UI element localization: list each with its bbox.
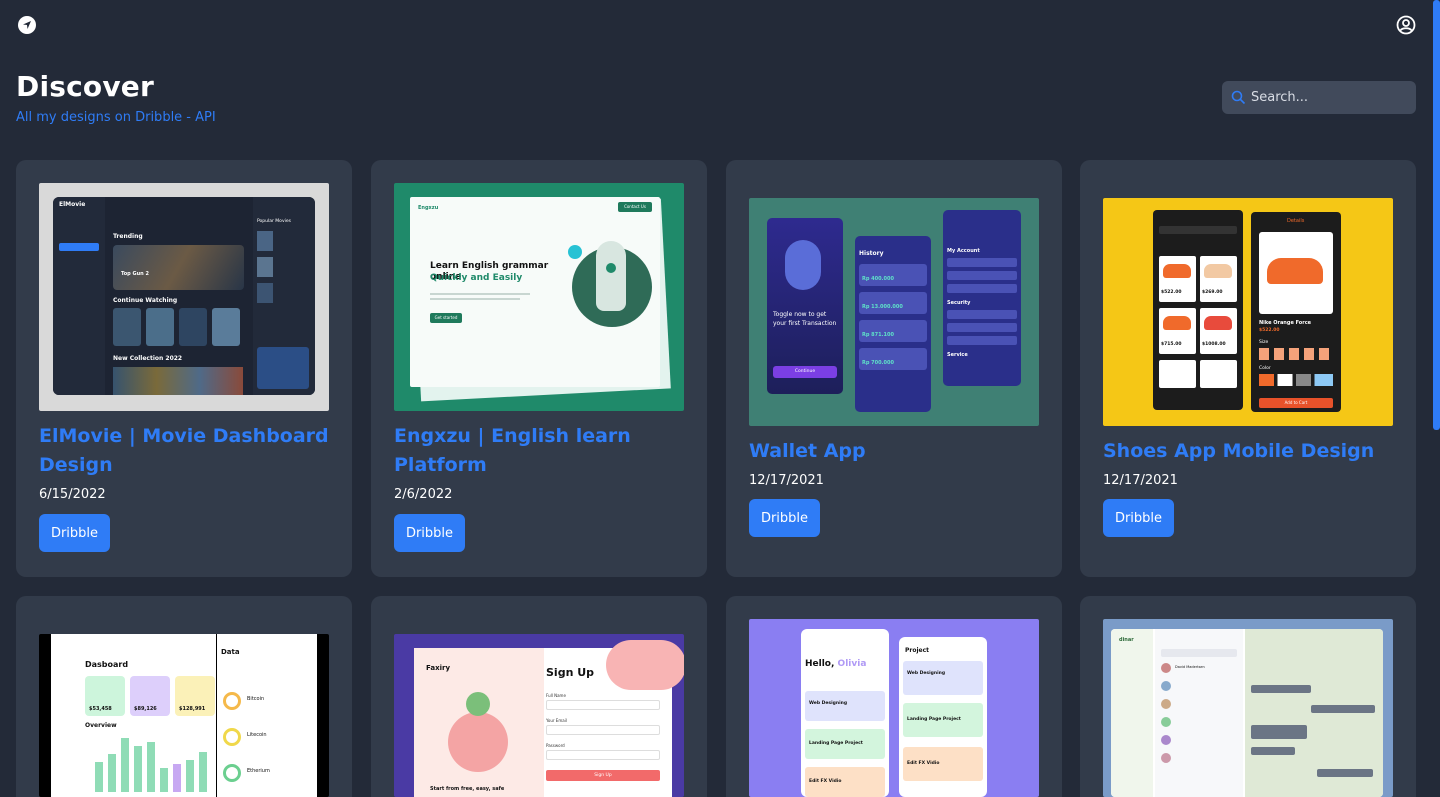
design-preview-image[interactable]: ElMovie Trending Top Gun 2 Continue Watc… xyxy=(39,183,329,411)
preview-side-title: Popular Movies xyxy=(257,219,291,224)
design-card: Hello, Olivia Web Designing Landing Page… xyxy=(726,596,1062,797)
preview-amount: Rp 871.100 xyxy=(862,332,894,338)
preview-amount: Rp 700.000 xyxy=(862,360,894,366)
design-preview-image[interactable]: $522.00 $269.00 $715.00 $1008.00 Details… xyxy=(1103,198,1393,426)
design-card: ElMovie Trending Top Gun 2 Continue Watc… xyxy=(16,160,352,577)
preview-brand: Faxiry xyxy=(426,664,451,672)
preview-size-label: Size xyxy=(1259,340,1269,345)
design-preview-image[interactable]: dinar David Madertsen xyxy=(1103,619,1393,797)
design-card: Dasboard $53,458 $89,126 $128,991 Overvi… xyxy=(16,596,352,797)
preview-screen3-section: Security xyxy=(947,300,971,306)
preview-hero-title: Top Gun 2 xyxy=(121,271,149,277)
design-preview-image[interactable]: Dasboard $53,458 $89,126 $128,991 Overvi… xyxy=(39,634,329,797)
preview-task: Edit FX Vidio xyxy=(907,761,940,766)
design-preview-image[interactable]: Faxiry Start from free, easy, safe Sign … xyxy=(394,634,684,797)
preview-screen1-button: Continue xyxy=(773,366,837,378)
scrollbar-thumb[interactable] xyxy=(1433,0,1440,430)
dribble-button[interactable]: Dribble xyxy=(749,499,820,537)
navigation-arrow-icon[interactable] xyxy=(18,16,36,34)
preview-coin: Bitcoin xyxy=(247,696,265,702)
dribble-button[interactable]: Dribble xyxy=(1103,499,1174,537)
preview-screen1-text: Toggle now to get your first Transaction xyxy=(773,311,837,327)
preview-contact-button: Contact Us xyxy=(618,202,652,212)
design-date: 12/17/2021 xyxy=(1103,473,1178,488)
preview-product-price: $522.00 xyxy=(1259,328,1280,333)
search-input[interactable] xyxy=(1251,81,1411,114)
preview-screen3-section: Service xyxy=(947,352,968,358)
preview-task: Web Designing xyxy=(907,671,946,676)
preview-details-header: Details xyxy=(1287,218,1305,224)
user-circle-icon[interactable] xyxy=(1396,15,1416,35)
preview-price: $1008.00 xyxy=(1202,342,1226,347)
preview-brand: dinar xyxy=(1119,637,1134,643)
dribble-button[interactable]: Dribble xyxy=(394,514,465,552)
preview-amount: Rp 13.000.000 xyxy=(862,304,903,310)
preview-user-name: Olivia xyxy=(837,659,867,669)
preview-brand: ElMovie xyxy=(59,201,86,208)
preview-coin: Etherium xyxy=(247,768,270,774)
preview-screen2-title: History xyxy=(859,250,884,257)
design-card: Faxiry Start from free, easy, safe Sign … xyxy=(371,596,707,797)
preview-cta: Get started xyxy=(430,313,462,323)
preview-field-label: Your Email xyxy=(546,718,567,723)
preview-cta: Sign Up xyxy=(546,770,660,781)
design-title-link[interactable]: Engxzu | English learn Platform xyxy=(394,422,684,480)
preview-price: $522.00 xyxy=(1161,290,1182,295)
preview-product-name: Nike Orange Force xyxy=(1259,320,1312,326)
preview-section-new: New Collection 2022 xyxy=(113,355,183,362)
design-preview-image[interactable]: Engxzu Contact Us Learn English grammar … xyxy=(394,183,684,411)
design-title-link[interactable]: ElMovie | Movie Dashboard Design xyxy=(39,422,329,480)
preview-overview: Overview xyxy=(85,722,117,729)
preview-heading: Dasboard xyxy=(85,660,129,669)
preview-headline-accent: Quickly and Easily xyxy=(430,273,523,283)
design-date: 6/15/2022 xyxy=(39,487,106,502)
preview-heading: Sign Up xyxy=(546,666,595,679)
search-icon xyxy=(1231,90,1246,105)
preview-price: $269.00 xyxy=(1202,290,1223,295)
design-date: 12/17/2021 xyxy=(749,473,824,488)
design-card: Engxzu Contact Us Learn English grammar … xyxy=(371,160,707,577)
preview-contact: David Madertsen xyxy=(1175,665,1205,669)
preview-color-label: Color xyxy=(1259,366,1271,371)
design-card: $522.00 $269.00 $715.00 $1008.00 Details… xyxy=(1080,160,1416,577)
preview-amount: Rp 400.000 xyxy=(862,276,894,282)
preview-task: Edit FX Vidio xyxy=(809,779,842,784)
preview-field-label: Password xyxy=(546,743,565,748)
preview-project-title: Project xyxy=(905,647,930,654)
preview-task: Web Designing xyxy=(809,701,848,706)
page-title: Discover xyxy=(16,70,154,103)
preview-value: $89,126 xyxy=(134,706,157,712)
dribble-button[interactable]: Dribble xyxy=(39,514,110,552)
preview-price: $715.00 xyxy=(1161,342,1182,347)
preview-coin: Litecoin xyxy=(247,732,267,738)
preview-data-title: Data xyxy=(221,648,240,656)
top-bar xyxy=(0,0,1432,50)
preview-brand: Engxzu xyxy=(418,205,439,211)
design-date: 2/6/2022 xyxy=(394,487,453,502)
preview-task: Landing Page Project xyxy=(907,717,961,722)
design-preview-image[interactable]: Toggle now to get your first Transaction… xyxy=(749,198,1039,426)
preview-screen3-title: My Account xyxy=(947,248,980,254)
design-preview-image[interactable]: Hello, Olivia Web Designing Landing Page… xyxy=(749,619,1039,797)
design-title-link[interactable]: Shoes App Mobile Design xyxy=(1103,437,1393,466)
preview-footer: Start from free, easy, safe xyxy=(430,786,505,792)
preview-value: $128,991 xyxy=(179,706,206,712)
design-title-link[interactable]: Wallet App xyxy=(749,437,1039,466)
preview-section-continue: Continue Watching xyxy=(113,297,178,304)
preview-cta: Add to Cart xyxy=(1259,398,1333,408)
page-subtitle: All my designs on Dribble - API xyxy=(16,110,216,125)
design-card: Toggle now to get your first Transaction… xyxy=(726,160,1062,577)
design-card: dinar David Madertsen xyxy=(1080,596,1416,797)
preview-task: Landing Page Project xyxy=(809,741,863,746)
preview-field-label: Full Name xyxy=(546,693,566,698)
preview-value: $53,458 xyxy=(89,706,112,712)
preview-greeting: Hello, xyxy=(805,659,838,669)
preview-section-trending: Trending xyxy=(113,233,143,240)
search-box[interactable] xyxy=(1222,81,1416,114)
